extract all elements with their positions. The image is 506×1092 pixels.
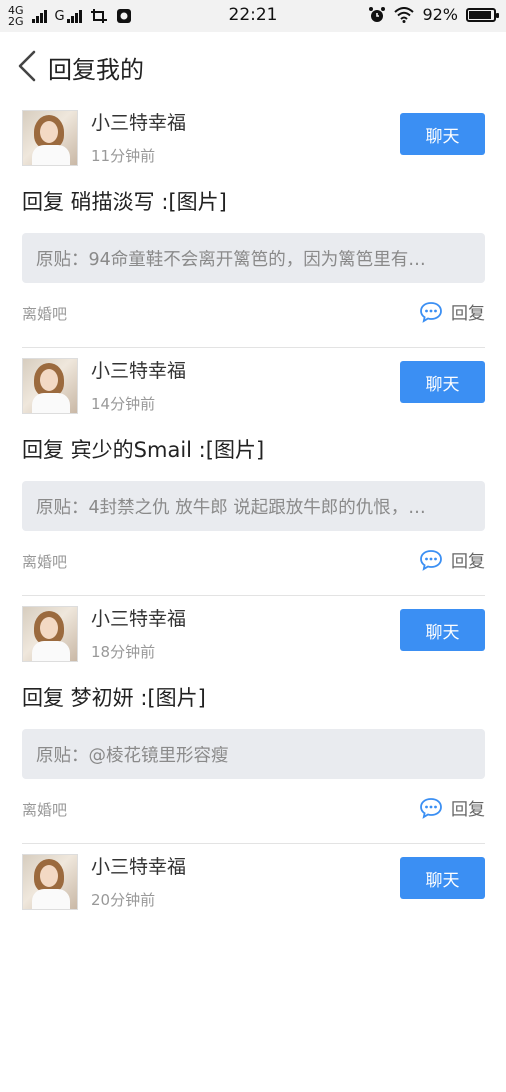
comment-icon [420, 797, 442, 819]
username[interactable]: 小三特幸福 [91, 108, 186, 135]
avatar[interactable] [22, 854, 78, 910]
reply-card[interactable]: 小三特幸福 11分钟前 聊天 回复 硝描淡写 :[图片] 原贴：94命童鞋不会离… [0, 100, 506, 348]
original-post[interactable]: 原贴：@棱花镜里形容瘦 [22, 729, 485, 779]
reply-label: 回复 [451, 800, 485, 820]
reply-text[interactable]: 回复 宾少的Smail :[图片] [22, 434, 264, 464]
back-arrow-icon[interactable] [14, 50, 40, 82]
forum-name[interactable]: 离婚吧 [22, 799, 67, 820]
wifi-icon [394, 6, 415, 23]
page-title: 回复我的 [48, 56, 144, 84]
page-header: 回复我的 [0, 32, 506, 100]
avatar-dress [32, 393, 70, 413]
chat-button[interactable]: 聊天 [400, 113, 485, 155]
comment-icon [420, 549, 442, 571]
forum-name[interactable]: 离婚吧 [22, 303, 67, 324]
avatar-dress [32, 145, 70, 165]
username[interactable]: 小三特幸福 [91, 604, 186, 631]
alarm-icon [369, 6, 386, 22]
avatar[interactable] [22, 606, 78, 662]
status-right: 92% [368, 5, 499, 24]
status-bar: 4G 2G G 22:21 92% [0, 0, 506, 32]
avatar-dress [32, 641, 70, 661]
username[interactable]: 小三特幸福 [91, 356, 186, 383]
forum-name[interactable]: 离婚吧 [22, 551, 67, 572]
reply-button[interactable]: 回复 [419, 547, 485, 572]
reply-card[interactable]: 小三特幸福 20分钟前 聊天 [0, 844, 506, 1092]
post-time: 18分钟前 [91, 643, 156, 661]
avatar-face [40, 369, 58, 391]
post-time: 11分钟前 [91, 147, 156, 165]
reply-text[interactable]: 回复 硝描淡写 :[图片] [22, 186, 227, 216]
post-time: 14分钟前 [91, 395, 156, 413]
avatar[interactable] [22, 358, 78, 414]
comment-icon [420, 301, 442, 323]
original-post-text: 原贴：@棱花镜里形容瘦 [36, 745, 229, 766]
avatar[interactable] [22, 110, 78, 166]
avatar-face [40, 865, 58, 887]
original-post[interactable]: 原贴：4封禁之仇 放牛郎 说起跟放牛郎的仇恨，… [22, 481, 485, 531]
original-post-text: 原贴：4封禁之仇 放牛郎 说起跟放牛郎的仇恨，… [36, 497, 426, 518]
chat-button[interactable]: 聊天 [400, 857, 485, 899]
reply-label: 回复 [451, 304, 485, 324]
avatar-face [40, 617, 58, 639]
original-post[interactable]: 原贴：94命童鞋不会离开篱笆的，因为篱笆里有… [22, 233, 485, 283]
reply-button[interactable]: 回复 [419, 795, 485, 820]
reply-label: 回复 [451, 552, 485, 572]
battery-icon [466, 7, 499, 22]
reply-feed: 小三特幸福 11分钟前 聊天 回复 硝描淡写 :[图片] 原贴：94命童鞋不会离… [0, 100, 506, 1092]
reply-text[interactable]: 回复 梦初妍 :[图片] [22, 682, 206, 712]
battery-percent: 92% [422, 5, 458, 24]
reply-card[interactable]: 小三特幸福 18分钟前 聊天 回复 梦初妍 :[图片] 原贴：@棱花镜里形容瘦 … [0, 596, 506, 844]
original-post-text: 原贴：94命童鞋不会离开篱笆的，因为篱笆里有… [36, 249, 426, 270]
username[interactable]: 小三特幸福 [91, 852, 186, 879]
battery-fill [469, 10, 491, 19]
avatar-face [40, 121, 58, 143]
chat-button[interactable]: 聊天 [400, 609, 485, 651]
reply-card[interactable]: 小三特幸福 14分钟前 聊天 回复 宾少的Smail :[图片] 原贴：4封禁之… [0, 348, 506, 596]
chat-button[interactable]: 聊天 [400, 361, 485, 403]
reply-button[interactable]: 回复 [419, 299, 485, 324]
